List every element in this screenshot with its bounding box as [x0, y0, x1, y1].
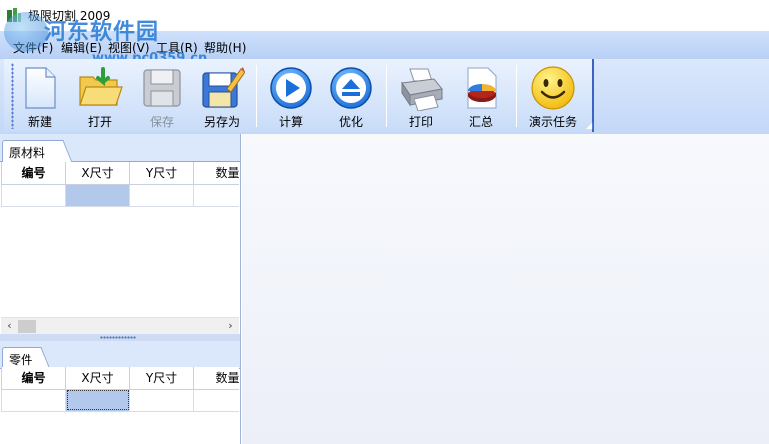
workspace-area[interactable] [242, 134, 769, 444]
play-icon [270, 67, 312, 109]
open-folder-icon [79, 67, 123, 106]
grid-cell[interactable] [1, 183, 66, 207]
scrollbar-thumb[interactable] [18, 320, 36, 333]
tab-raw-materials[interactable]: 原材料 [2, 140, 60, 162]
save-label: 保存 [149, 115, 174, 129]
table-row [1, 388, 239, 412]
toolbar-overflow-icon[interactable]: ◢ [586, 122, 594, 130]
pie-chart-icon [467, 67, 497, 109]
save-as-label: 另存为 [203, 115, 240, 129]
splitter-grip-icon [100, 336, 136, 339]
demo-task-button[interactable]: 演示任务 [524, 61, 582, 131]
optimize-label: 优化 [338, 115, 363, 129]
column-header-x-size[interactable]: X尺寸 [65, 367, 130, 390]
grid-cell-selected[interactable] [65, 183, 130, 207]
scroll-left-icon[interactable]: ‹ [1, 318, 18, 335]
raw-materials-grid: 编号 X尺寸 Y尺寸 数量 [1, 162, 239, 317]
smiley-icon [531, 66, 575, 110]
save-disk-icon [143, 69, 181, 107]
grid-cell[interactable] [193, 183, 239, 207]
demo-task-label: 演示任务 [528, 115, 577, 129]
watermark-name: 河东软件园 [44, 20, 160, 45]
parts-tabstrip: 零件 [0, 341, 240, 369]
print-label: 打印 [408, 115, 433, 129]
toolbar: 新建 打开 保存 另存为 计算 优化 打印 汇总 演示任务 ◢ [0, 59, 769, 134]
eject-icon [330, 67, 372, 109]
tab-parts[interactable]: 零件 [2, 347, 38, 369]
column-header-id[interactable]: 编号 [1, 367, 66, 390]
grid-cell[interactable] [193, 388, 239, 412]
grid-header-row: 编号 X尺寸 Y尺寸 数量 [1, 367, 239, 390]
calculate-label: 计算 [278, 115, 303, 129]
grid-cell[interactable] [1, 388, 66, 412]
menu-help[interactable]: 帮助(H) [204, 39, 246, 56]
toolbar-grip[interactable] [11, 63, 14, 129]
horizontal-scrollbar[interactable]: ‹ › [1, 317, 239, 334]
open-label: 打开 [87, 115, 112, 129]
parts-grid: 编号 X尺寸 Y尺寸 数量 [1, 367, 239, 444]
new-file-icon [25, 67, 56, 109]
save-as-icon [202, 67, 245, 108]
column-header-quantity[interactable]: 数量 [193, 162, 239, 185]
new-button[interactable]: 新建 [16, 61, 64, 131]
grid-cell[interactable] [129, 388, 194, 412]
grid-cell[interactable] [129, 183, 194, 207]
column-header-id[interactable]: 编号 [1, 162, 66, 185]
column-header-x-size[interactable]: X尺寸 [65, 162, 130, 185]
grid-header-row: 编号 X尺寸 Y尺寸 数量 [1, 162, 239, 185]
printer-icon [401, 68, 443, 111]
toolbar-separator [386, 65, 387, 127]
summary-button[interactable]: 汇总 [456, 61, 506, 131]
optimize-button[interactable]: 优化 [326, 61, 376, 131]
column-header-quantity[interactable]: 数量 [193, 367, 239, 390]
table-row [1, 183, 239, 207]
save-as-button[interactable]: 另存为 [196, 61, 248, 131]
column-header-y-size[interactable]: Y尺寸 [129, 162, 194, 185]
raw-materials-tabstrip: 原材料 [0, 134, 240, 162]
new-label: 新建 [27, 115, 52, 129]
toolbar-separator [256, 65, 257, 127]
column-header-y-size[interactable]: Y尺寸 [129, 367, 194, 390]
grid-cell-selected[interactable] [65, 388, 130, 412]
open-button[interactable]: 打开 [74, 61, 126, 131]
pane-splitter[interactable] [0, 334, 240, 341]
save-button[interactable]: 保存 [138, 61, 186, 131]
print-button[interactable]: 打印 [396, 61, 446, 131]
toolbar-panel: 新建 打开 保存 另存为 计算 优化 打印 汇总 演示任务 [4, 59, 594, 132]
toolbar-separator [516, 65, 517, 127]
calculate-button[interactable]: 计算 [266, 61, 316, 131]
summary-label: 汇总 [468, 115, 493, 129]
watermark-logo-icon [4, 12, 48, 52]
scroll-right-icon[interactable]: › [222, 318, 239, 335]
left-pane: 原材料 编号 X尺寸 Y尺寸 数量 ‹ › 零件 编号 X尺寸 Y尺寸 数量 [0, 134, 241, 444]
